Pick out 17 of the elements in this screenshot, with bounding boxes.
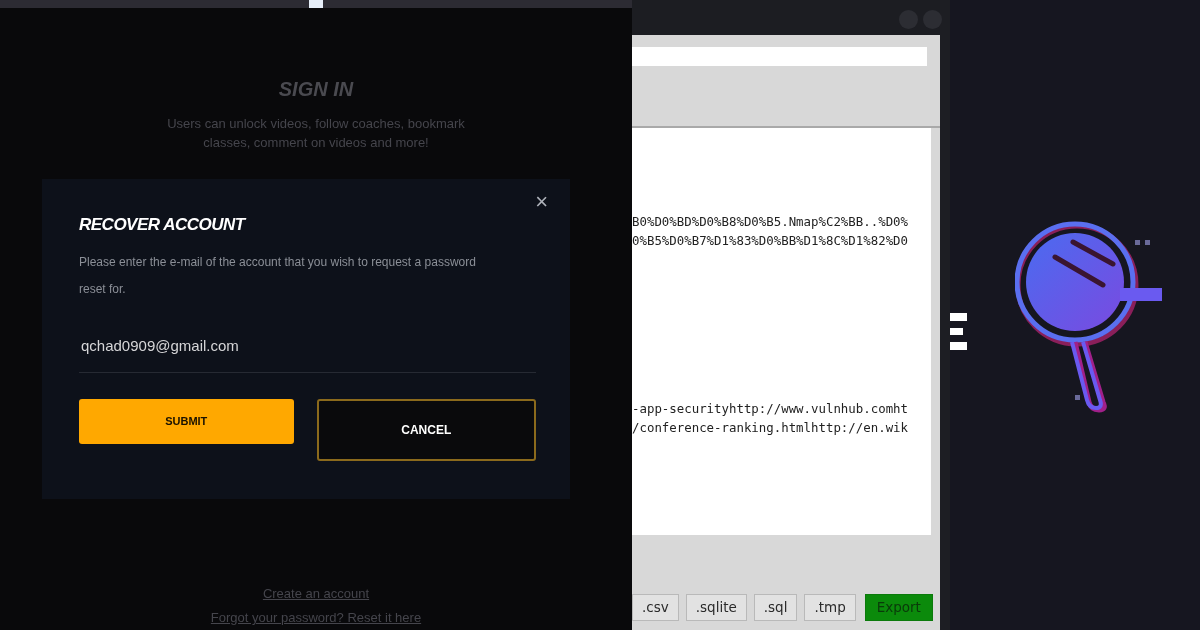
format-button[interactable]: .sql <box>753 594 798 621</box>
cancel-button[interactable]: CANCEL <box>316 398 536 461</box>
input-field[interactable] <box>632 47 927 66</box>
sign-in-heading: SIGN IN <box>277 76 355 102</box>
close-button[interactable]: × <box>531 190 552 213</box>
dialog-title: RECOVER ACCOUNT <box>79 213 248 236</box>
email-field[interactable]: qchad0909@gmail.com <box>79 317 536 373</box>
text-line: -app-securityhttp://www.vulnhub.comht <box>632 400 908 418</box>
text-line: 0%B5%D0%B7%D1%83%D0%BB%D1%8C%D1%82%D0 <box>632 232 908 250</box>
format-button[interactable]: .sqlite <box>685 594 747 621</box>
format-button[interactable]: .csv <box>632 594 679 621</box>
dialog-message: Please enter the e-mail of the account that you wish to request a password reset for. <box>79 254 477 299</box>
sign-in-description: Users can unlock videos, follow coaches, bookmark classes, comment on videos and more! <box>166 114 466 152</box>
text-line: B0%D0%BD%D0%B8%D0%B5.Nmap%C2%BB..%D0% <box>632 213 908 231</box>
submit-button[interactable]: SUBMIT <box>79 398 294 444</box>
format-button[interactable]: .tmp <box>804 594 856 621</box>
text-line: /conference-ranking.htmlhttp://en.wik <box>632 419 908 437</box>
